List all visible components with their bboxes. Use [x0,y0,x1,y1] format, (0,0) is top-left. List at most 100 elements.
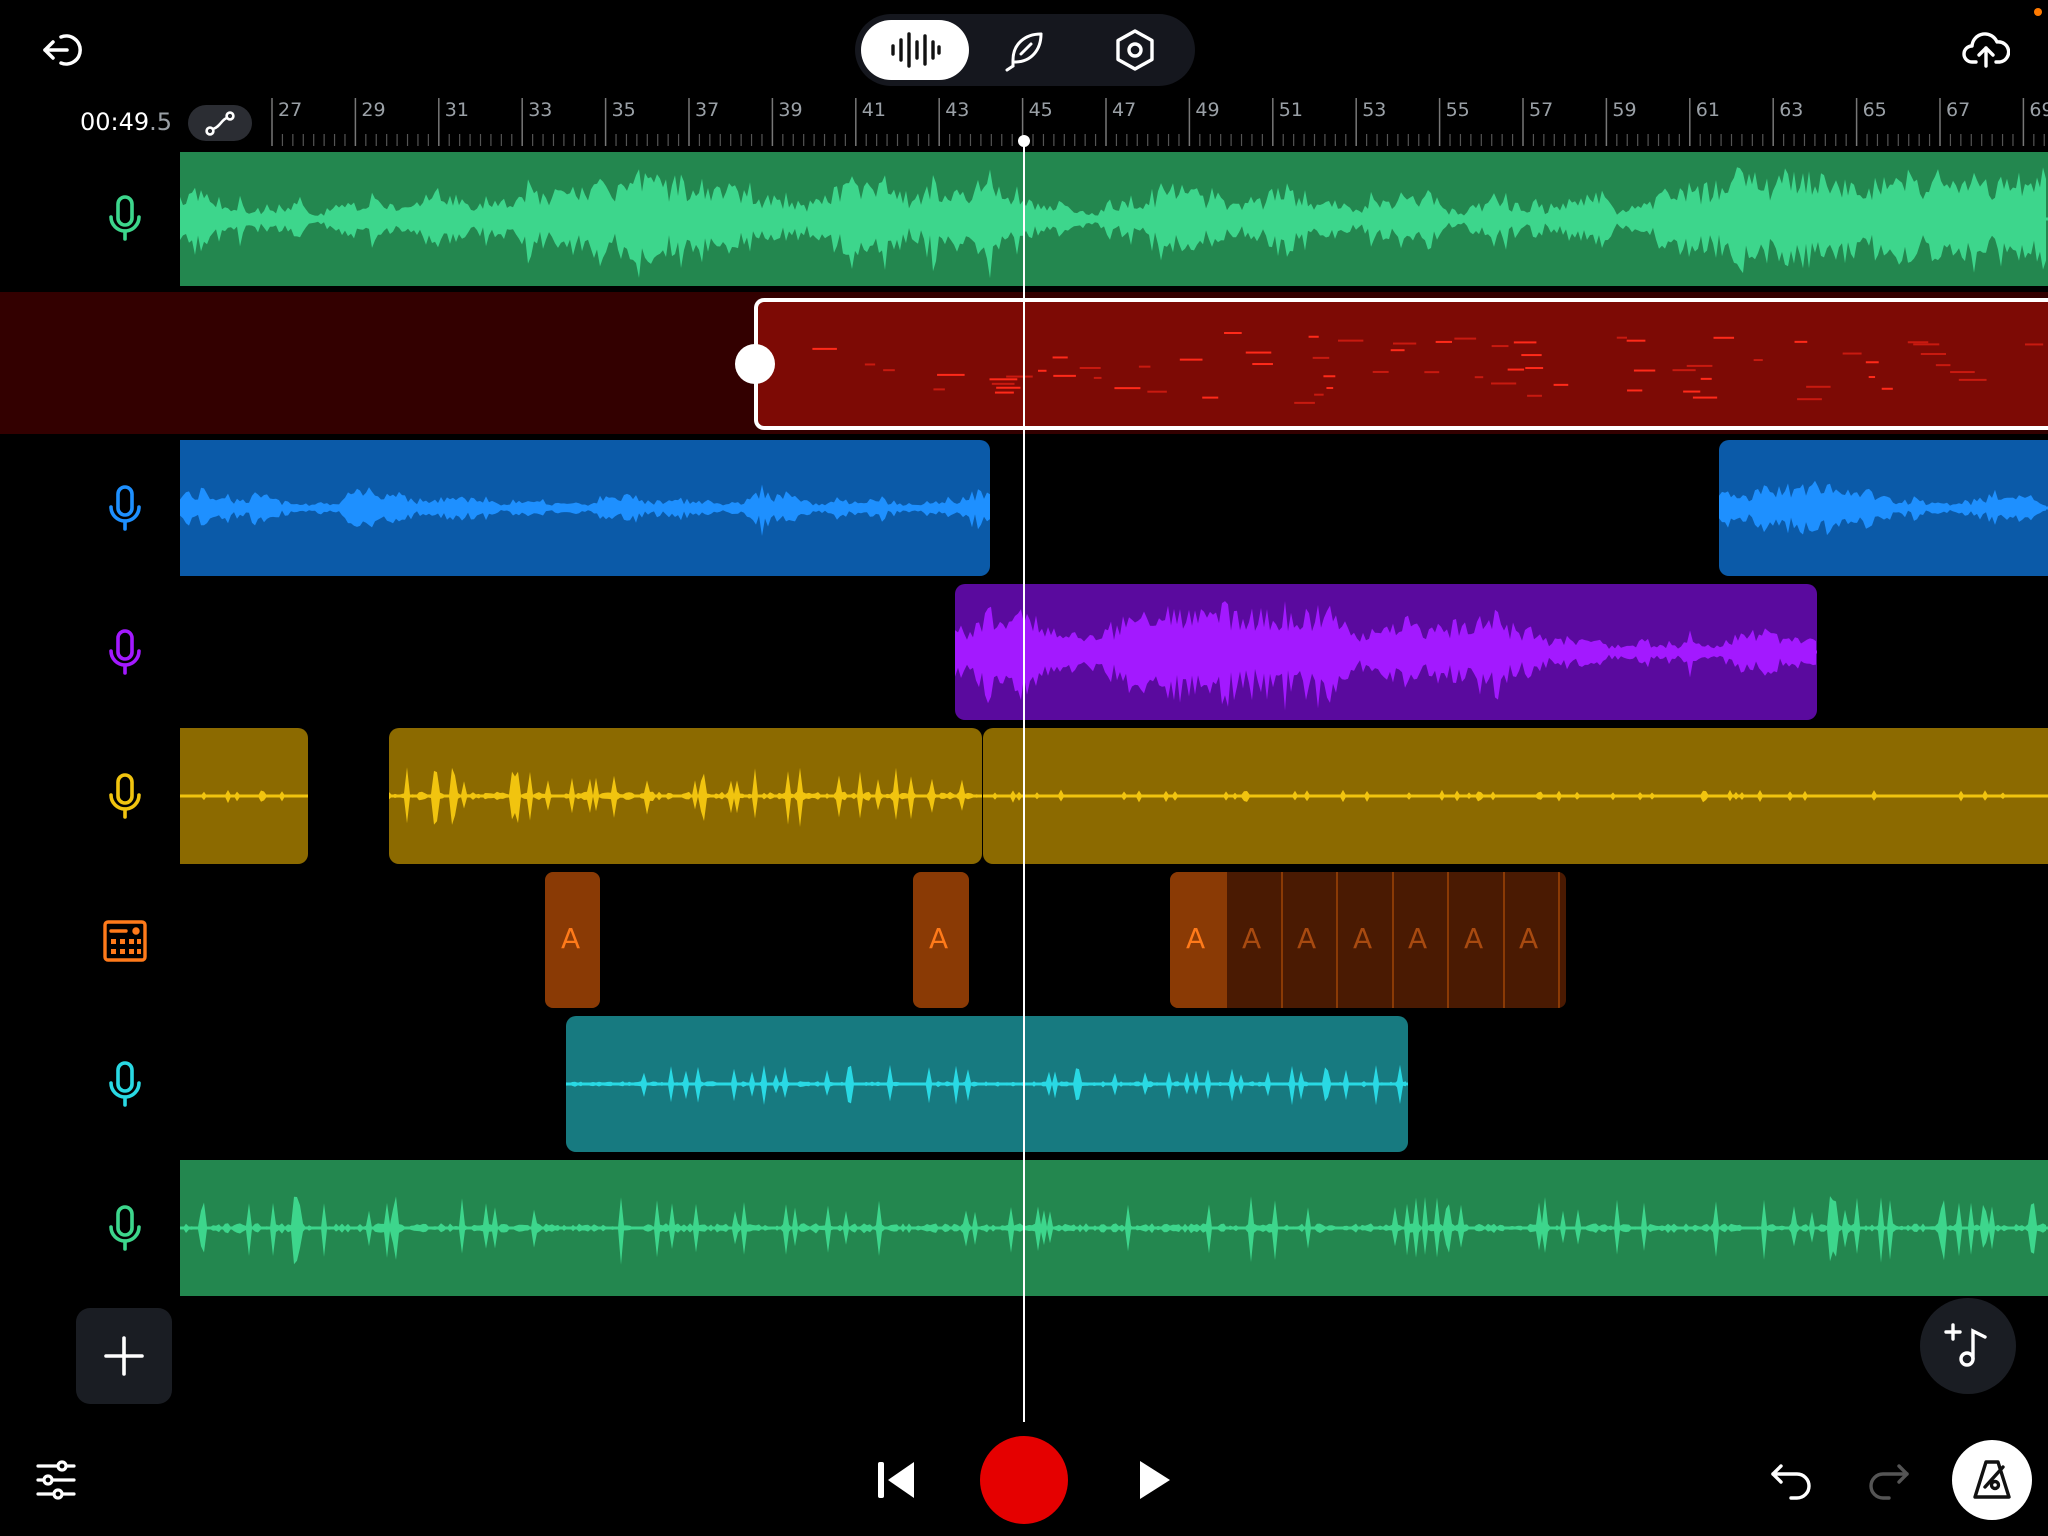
ruler-label: 39 [778,99,802,121]
midi-note [1372,370,1389,373]
track-1-mic-icon[interactable] [90,184,160,254]
add-note-button[interactable] [1920,1298,2016,1394]
midi-note [1079,366,1101,369]
midi-note [883,369,895,372]
add-music-note-icon [1944,1323,1987,1367]
playhead[interactable] [1023,140,1025,1422]
ruler-label: 49 [1195,99,1219,121]
ruler-label: 41 [862,99,886,121]
midi-note [1868,376,1876,379]
midi-note [1224,332,1242,335]
audio-region[interactable] [180,728,308,864]
ruler-label: 53 [1362,99,1386,121]
pattern-label: A [1464,922,1484,955]
midi-note [1507,368,1525,371]
audio-region[interactable] [389,728,982,864]
pattern-divider [1281,872,1283,1008]
waveform [180,790,308,804]
ruler-label: 37 [695,99,719,121]
audio-region[interactable] [180,1160,2048,1296]
track-5-mic-icon[interactable] [90,762,160,832]
snap-button[interactable] [188,105,252,141]
midi-note [864,363,876,366]
midi-note [1435,340,1453,343]
midi-note [1525,367,1544,370]
midi-note [1392,342,1417,345]
ruler-label: 31 [445,99,469,121]
cloud-upload-icon[interactable] [1958,24,2014,76]
exit-icon[interactable] [34,22,94,78]
track-6-drum-machine-icon[interactable] [90,906,160,976]
ruler-label: 61 [1696,99,1720,121]
mode-notes-tab[interactable] [971,20,1079,80]
waveform [566,1064,1408,1106]
pattern-region[interactable]: A A A A A A A [1170,872,1566,1008]
midi-note [1806,385,1831,388]
midi-note [1553,383,1569,386]
waveform [955,601,1817,711]
pattern-divider [1503,872,1505,1008]
audio-region[interactable] [1719,440,2048,576]
pattern-label: A [1353,922,1373,955]
audio-region[interactable] [180,152,2048,286]
waveform-shape [180,167,2046,279]
time-seconds: 00:49 [80,108,150,136]
audio-region[interactable] [955,584,1817,720]
midi-note [1053,374,1076,377]
skip-back-icon[interactable] [866,1448,926,1512]
midi-note [1138,365,1151,368]
midi-note [1390,349,1405,352]
midi-note [1093,376,1102,379]
mode-settings-tab[interactable] [1081,20,1189,80]
audio-region[interactable] [566,1016,1408,1152]
ruler-label: 51 [1279,99,1303,121]
time-display: 00:49.5 [80,108,172,136]
audio-region[interactable] [180,440,990,576]
pattern-region[interactable]: A [545,872,600,1008]
undo-icon[interactable] [1762,1450,1822,1510]
midi-note [1950,371,1975,374]
plus-icon [104,1336,144,1376]
midi-note [1633,369,1656,372]
midi-note [1958,378,1987,381]
playhead-handle[interactable] [1018,135,1030,147]
midi-region-selected[interactable] [754,298,2048,430]
midi-note [1114,387,1141,390]
redo-icon[interactable] [1858,1450,1918,1510]
ruler-label: 33 [528,99,552,121]
midi-note [1006,375,1033,378]
mode-waveform-tab[interactable] [861,20,969,80]
track-7-mic-icon[interactable] [90,1050,160,1120]
ruler-label: 63 [1779,99,1803,121]
midi-note [1797,398,1822,401]
pattern-label: A [1519,922,1539,955]
midi-note [1527,394,1542,397]
add-track-button[interactable] [76,1308,172,1404]
waveform [180,484,990,536]
settings-hex-icon [1116,29,1154,71]
ruler-label: 27 [278,99,302,121]
track-3-mic-icon[interactable] [90,474,160,544]
mixer-sliders-icon[interactable] [26,1450,86,1510]
pattern-divider [1392,872,1394,1008]
pattern-label: A [561,922,581,955]
track-8-mic-icon[interactable] [90,1194,160,1264]
timeline-ruler[interactable]: 27 29 31 33 35 37 39 41 43 45 47 49 51 53 55 57 59 61 63 65… [262,96,2048,148]
metronome-button[interactable] [1952,1440,2032,1520]
pattern-region[interactable]: A [913,872,969,1008]
pattern-label: A [1408,922,1428,955]
midi-note [1700,377,1712,380]
record-button[interactable] [980,1436,1068,1524]
region-trim-handle[interactable] [735,344,775,384]
audio-region[interactable] [983,728,2048,864]
ruler-label: 65 [1863,99,1887,121]
pattern-label: A [1242,922,1262,955]
midi-note [1842,352,1862,355]
play-icon[interactable] [1124,1448,1184,1512]
pattern-label: A [929,922,949,955]
feather-icon [1005,32,1043,72]
ruler-label: 35 [612,99,636,121]
track-4-mic-icon[interactable] [90,618,160,688]
waveform [1719,480,2048,536]
midi-note [2024,343,2044,346]
